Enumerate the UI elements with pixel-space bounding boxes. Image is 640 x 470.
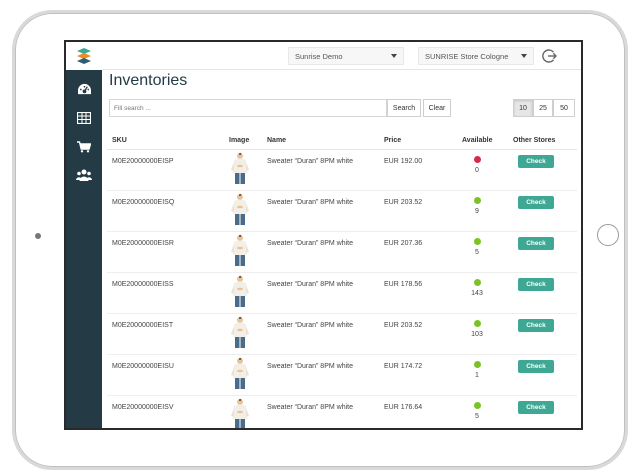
available-quantity: 5 (475, 249, 479, 256)
name-cell: Sweater “Duran” 8PM white (267, 281, 353, 288)
header-available[interactable]: Available (462, 137, 492, 144)
table-row: M0E20000000EISU Sweater “Duran” 8PM white… (107, 355, 577, 396)
page-size-10[interactable]: 10 (513, 99, 533, 117)
tablet-home-button (597, 224, 619, 246)
price-cell: EUR 174.72 (384, 363, 423, 370)
price-cell: EUR 192.00 (384, 158, 423, 165)
sku-cell: M0E20000000EISV (112, 404, 174, 411)
availability-status-icon (474, 361, 481, 368)
check-button[interactable]: Check (518, 360, 554, 373)
name-cell: Sweater “Duran” 8PM white (267, 322, 353, 329)
inventory-table: SKU Image Name Price Available Other Sto… (107, 133, 577, 428)
price-cell: EUR 203.52 (384, 322, 423, 329)
table-row: M0E20000000EIST Sweater “Duran” 8PM white… (107, 314, 577, 355)
check-button[interactable]: Check (518, 401, 554, 414)
search-input[interactable] (109, 99, 387, 117)
project-select-value: Sunrise Demo (295, 51, 343, 61)
users-icon[interactable] (75, 166, 93, 184)
price-cell: EUR 176.64 (384, 404, 423, 411)
availability-status-icon (474, 279, 481, 286)
sku-cell: M0E20000000EISQ (112, 199, 175, 206)
store-select-value: SUNRISE Store Cologne (425, 51, 509, 61)
tablet-camera (35, 233, 41, 239)
table-body: M0E20000000EISP Sweater “Duran” 8PM white… (107, 150, 577, 428)
product-thumbnail[interactable] (230, 398, 250, 428)
name-cell: Sweater “Duran” 8PM white (267, 158, 353, 165)
project-select[interactable]: Sunrise Demo (288, 47, 404, 65)
availability-status-icon (474, 402, 481, 409)
top-bar: Sunrise Demo SUNRISE Store Cologne (102, 42, 581, 70)
name-cell: Sweater “Duran” 8PM white (267, 404, 353, 411)
check-button[interactable]: Check (518, 196, 554, 209)
header-image: Image (229, 137, 250, 144)
availability-status-icon (474, 320, 481, 327)
table-icon[interactable] (75, 109, 93, 127)
name-cell: Sweater “Duran” 8PM white (267, 240, 353, 247)
search-bar: Search Clear (109, 99, 452, 117)
chevron-down-icon (521, 54, 527, 58)
main-content: Inventories Search Clear 10 25 50 SKU Im… (102, 70, 581, 428)
availability-status-icon (474, 238, 481, 245)
available-quantity: 1 (475, 372, 479, 379)
check-button[interactable]: Check (518, 319, 554, 332)
available-quantity: 0 (475, 167, 479, 174)
table-row: M0E20000000EISR Sweater “Duran” 8PM white… (107, 232, 577, 273)
table-row: M0E20000000EISQ Sweater “Duran” 8PM white… (107, 191, 577, 232)
available-quantity: 5 (475, 413, 479, 420)
check-button[interactable]: Check (518, 278, 554, 291)
sku-cell: M0E20000000EISR (112, 240, 174, 247)
store-select[interactable]: SUNRISE Store Cologne (418, 47, 534, 65)
product-thumbnail[interactable] (230, 357, 250, 391)
header-other-stores: Other Stores (513, 137, 556, 144)
table-row: M0E20000000EISS Sweater “Duran” 8PM white… (107, 273, 577, 314)
dashboard-icon[interactable] (75, 80, 93, 98)
page-size-50[interactable]: 50 (553, 99, 575, 117)
available-quantity: 9 (475, 208, 479, 215)
check-button[interactable]: Check (518, 237, 554, 250)
cart-icon[interactable] (75, 138, 93, 156)
price-cell: EUR 178.56 (384, 281, 423, 288)
chevron-down-icon (391, 54, 397, 58)
sku-cell: M0E20000000EISS (112, 281, 174, 288)
page-size-25[interactable]: 25 (533, 99, 553, 117)
sku-cell: M0E20000000EIST (112, 322, 174, 329)
app-screen: Sunrise Demo SUNRISE Store Cologne Inven… (64, 40, 583, 430)
app-logo[interactable] (66, 42, 102, 70)
name-cell: Sweater “Duran” 8PM white (267, 199, 353, 206)
available-quantity: 143 (471, 290, 483, 297)
check-button[interactable]: Check (518, 155, 554, 168)
availability-status-icon (474, 156, 481, 163)
header-sku[interactable]: SKU (112, 137, 127, 144)
table-row: M0E20000000EISP Sweater “Duran” 8PM white… (107, 150, 577, 191)
page-title: Inventories (109, 72, 188, 89)
product-thumbnail[interactable] (230, 316, 250, 350)
table-header: SKU Image Name Price Available Other Sto… (107, 133, 577, 150)
available-quantity: 103 (471, 331, 483, 338)
product-thumbnail[interactable] (230, 234, 250, 268)
sku-cell: M0E20000000EISU (112, 363, 174, 370)
name-cell: Sweater “Duran” 8PM white (267, 363, 353, 370)
header-name[interactable]: Name (267, 137, 286, 144)
price-cell: EUR 203.52 (384, 199, 423, 206)
clear-button[interactable]: Clear (423, 99, 451, 117)
product-thumbnail[interactable] (230, 275, 250, 309)
search-button[interactable]: Search (387, 99, 421, 117)
price-cell: EUR 207.36 (384, 240, 423, 247)
sku-cell: M0E20000000EISP (112, 158, 174, 165)
table-row: M0E20000000EISV Sweater “Duran” 8PM white… (107, 396, 577, 428)
product-thumbnail[interactable] (230, 193, 250, 227)
product-thumbnail[interactable] (230, 152, 250, 186)
header-price[interactable]: Price (384, 137, 401, 144)
logout-icon[interactable] (541, 48, 557, 64)
sidebar (66, 42, 102, 428)
availability-status-icon (474, 197, 481, 204)
